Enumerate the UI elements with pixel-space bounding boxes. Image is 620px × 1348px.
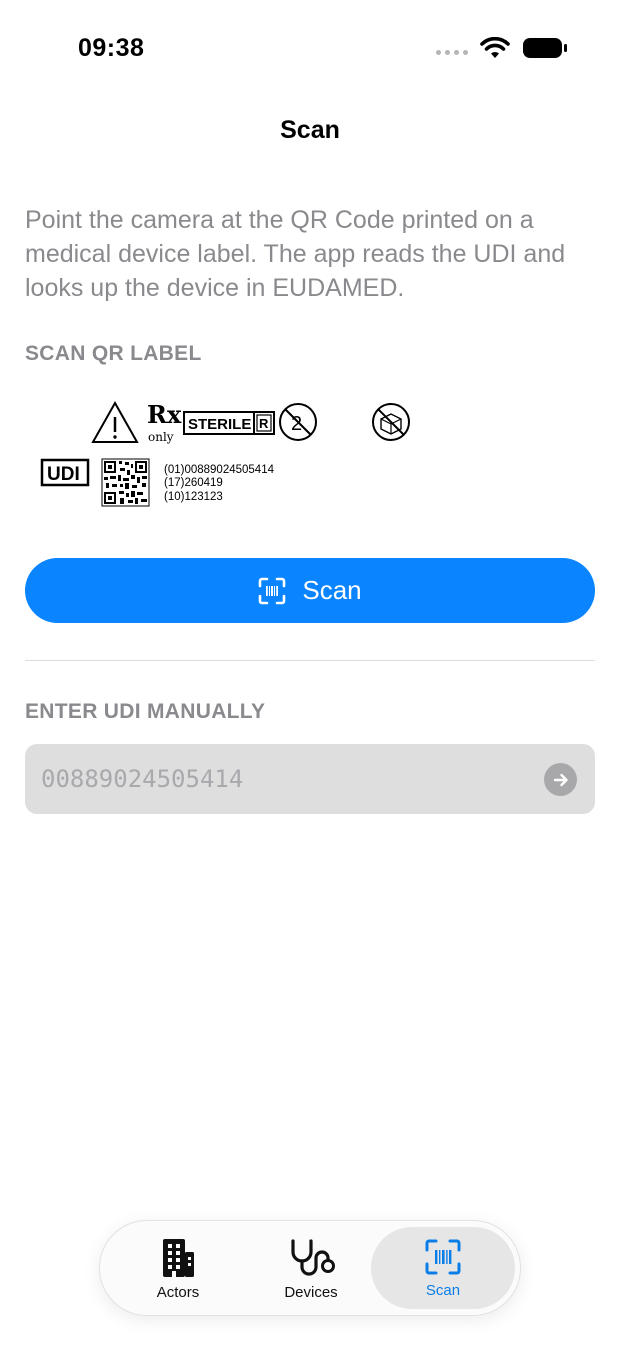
- tab-scan-label: Scan: [425, 1282, 461, 1299]
- scan-section-header: SCAN QR LABEL: [25, 342, 202, 365]
- rx-only-text: only: [148, 430, 174, 444]
- status-time: 09:38: [78, 34, 145, 62]
- sterile-symbol: STERILE R: [183, 411, 275, 435]
- status-icons: [436, 37, 568, 59]
- warning-icon: [91, 400, 139, 443]
- tab-actors[interactable]: Actors: [120, 1227, 236, 1309]
- udi-label-text: UDI: [47, 464, 80, 485]
- tab-devices[interactable]: Devices: [253, 1227, 369, 1309]
- rx-symbol: Rx: [147, 400, 182, 429]
- stethoscope-icon: [291, 1239, 335, 1276]
- battery-icon: [523, 38, 567, 58]
- signal-dots-icon: [436, 49, 468, 55]
- wifi-icon: [480, 37, 510, 58]
- tab-actors-label: Actors: [156, 1284, 200, 1301]
- no-reuse-icon: 2: [279, 403, 317, 441]
- do-not-use-if-damaged-icon: [372, 403, 410, 441]
- barcode-viewfinder-icon: [259, 577, 286, 604]
- manual-section-header: ENTER UDI MANUALLY: [25, 700, 266, 723]
- udi-line-1: (01)00889024505414: [164, 464, 275, 476]
- sterile-r-text: R: [259, 416, 269, 431]
- intro-text: Point the camera at the QR Code printed …: [25, 206, 566, 302]
- tab-devices-label: Devices: [284, 1284, 338, 1301]
- udi-line-2: (17)260419: [164, 477, 223, 489]
- udi-input[interactable]: [41, 744, 521, 814]
- tab-scan[interactable]: Scan: [371, 1227, 515, 1309]
- tab-bar: Actors Devices Scan: [99, 1220, 521, 1316]
- divider: [25, 660, 595, 661]
- barcode-viewfinder-icon: [425, 1239, 461, 1275]
- submit-udi-button[interactable]: [544, 763, 577, 796]
- scan-button-label: Scan: [302, 575, 362, 605]
- sample-udi-label-image: Rx only STERILE R 2 UDI (01)008890245054…: [40, 400, 410, 507]
- arrow-right-icon: [553, 773, 568, 786]
- udi-line-3: (10)123123: [164, 491, 223, 503]
- qr-code-icon: [101, 458, 150, 507]
- udi-field: [25, 744, 595, 814]
- status-bar: 09:38: [0, 0, 620, 100]
- page-title: Scan: [280, 116, 340, 144]
- sterile-text: STERILE: [188, 416, 251, 433]
- scan-button[interactable]: Scan: [25, 558, 595, 623]
- building-icon: [163, 1239, 194, 1277]
